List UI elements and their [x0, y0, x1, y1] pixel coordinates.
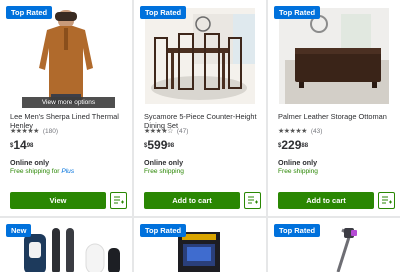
product-title[interactable]: Palmer Leather Storage Ottoman — [278, 112, 394, 121]
henley-shirt-image — [39, 10, 93, 104]
add-to-list-button[interactable] — [378, 192, 395, 209]
top-rated-badge: Top Rated — [6, 6, 53, 19]
storage-ottoman-image — [279, 8, 389, 104]
product-image[interactable] — [134, 8, 266, 104]
price: $59998 — [144, 138, 174, 152]
price-dollars: 229 — [281, 138, 302, 152]
top-rated-badge: Top Rated — [274, 6, 321, 19]
view-more-options-overlay[interactable]: View more options — [22, 97, 115, 108]
add-to-list-icon — [381, 196, 392, 204]
view-button[interactable]: View — [10, 192, 106, 209]
add-to-cart-button[interactable]: Add to cart — [278, 192, 374, 209]
product-card[interactable]: Top Rated Palmer Leather Storage Ottoman… — [268, 0, 400, 216]
review-count: (43) — [310, 128, 323, 135]
product-card[interactable]: Top Rated Sycamore 5-Piece Counter-Heigh… — [134, 0, 266, 216]
dining-set-image — [145, 8, 255, 104]
availability-text: Online only — [278, 158, 318, 167]
price-dollars: 14 — [13, 138, 27, 152]
rating: ★★★★★ (43) — [278, 128, 322, 136]
price-dollars: 599 — [147, 138, 168, 152]
product-image[interactable] — [268, 8, 400, 104]
add-to-cart-button[interactable]: Add to cart — [144, 192, 240, 209]
new-badge: New — [6, 224, 32, 237]
price-cents: 98 — [167, 143, 175, 149]
price: $22988 — [278, 138, 308, 152]
shipping-label: Free shipping for — [10, 168, 62, 175]
add-to-list-icon — [247, 196, 258, 204]
price-currency: $ — [10, 143, 14, 149]
review-count: (47) — [176, 128, 189, 135]
rating-stars: ★★★★☆ — [144, 128, 173, 135]
rating-stars: ★★★★★ — [10, 128, 39, 135]
rating: ★★★★☆ (47) — [144, 128, 188, 136]
product-card[interactable]: New — [0, 218, 132, 272]
product-image[interactable] — [0, 8, 132, 104]
price-cents: 98 — [26, 143, 34, 149]
top-rated-badge: Top Rated — [274, 224, 321, 237]
shipping-text: Free shipping for Plus — [10, 168, 74, 176]
add-to-list-button[interactable] — [110, 192, 127, 209]
product-card[interactable]: Top Rated View more options Lee Men's Sh… — [0, 0, 132, 216]
add-to-list-button[interactable] — [244, 192, 261, 209]
shipping-text: Free shipping — [144, 168, 184, 175]
plus-label[interactable]: Plus — [61, 168, 74, 175]
price: $1498 — [10, 138, 33, 152]
product-grid: Top Rated View more options Lee Men's Sh… — [0, 0, 400, 272]
price-currency: $ — [278, 143, 282, 149]
price-cents: 88 — [301, 143, 309, 149]
product-card[interactable]: Top Rated — [134, 218, 266, 272]
review-count: (180) — [42, 128, 59, 135]
shipping-text: Free shipping — [278, 168, 318, 175]
price-currency: $ — [144, 143, 148, 149]
top-rated-badge: Top Rated — [140, 6, 187, 19]
product-card[interactable]: Top Rated — [268, 218, 400, 272]
add-to-list-icon — [113, 196, 124, 204]
availability-text: Online only — [10, 158, 50, 167]
rating-stars: ★★★★★ — [278, 128, 307, 135]
top-rated-badge: Top Rated — [140, 224, 187, 237]
availability-text: Online only — [144, 158, 184, 167]
rating: ★★★★★ (180) — [10, 128, 58, 136]
